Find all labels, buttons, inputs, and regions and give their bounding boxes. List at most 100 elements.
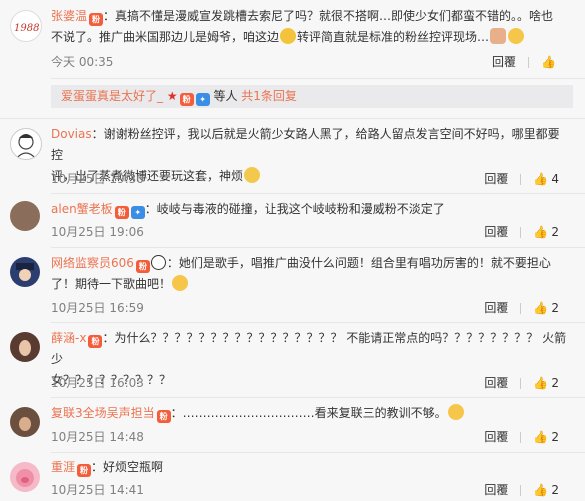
avatar[interactable] bbox=[10, 128, 42, 160]
comment-body: 复联3全场吴声担当粉：……………………………看来复联三的教训不够。 bbox=[51, 403, 571, 424]
comment-text: 不说了。推广曲米国那边儿是姆爷，咱这边 bbox=[51, 30, 280, 44]
username-link[interactable]: 张婆温 bbox=[51, 9, 87, 23]
svg-text:1988: 1988 bbox=[14, 23, 39, 34]
comment-body: 重涯粉：好烦空瓶啊 bbox=[51, 457, 571, 478]
reply-button[interactable]: 回覆 bbox=[492, 53, 516, 71]
member-badge-icon: 粉 bbox=[114, 206, 129, 219]
username-link[interactable]: 重涯 bbox=[51, 460, 75, 474]
comment-actions: 回覆 👍 2 bbox=[484, 374, 559, 392]
like-button[interactable]: 👍 2 bbox=[533, 374, 559, 392]
view-replies-link[interactable]: 共1条回复 bbox=[241, 89, 297, 103]
avatar[interactable] bbox=[10, 462, 40, 492]
timestamp: 10月25日 19:06 bbox=[51, 225, 144, 239]
like-count: 2 bbox=[551, 225, 559, 239]
separator bbox=[520, 226, 522, 238]
comment-text: ：好烦空瓶啊 bbox=[91, 460, 164, 474]
comment-text: ：为什么？？？？？？？？？？？？？？？？ 不能请正常点的吗？？？？？？？？ 火箭… bbox=[51, 331, 567, 366]
comment-text: ：……………………………看来复联三的教训不够。 bbox=[170, 406, 447, 420]
divider bbox=[51, 247, 585, 248]
divider bbox=[51, 452, 585, 453]
divider bbox=[51, 193, 585, 194]
like-button[interactable]: 👍 2 bbox=[533, 428, 559, 446]
reply-button[interactable]: 回覆 bbox=[484, 481, 508, 499]
comment-actions: 回覆 👍 bbox=[492, 53, 559, 71]
like-button[interactable]: 👍 2 bbox=[533, 223, 559, 241]
timestamp: 今天 00:35 bbox=[51, 55, 114, 69]
like-button[interactable]: 👍 2 bbox=[533, 299, 559, 317]
comment-text: ：她们是歌手，唱推广曲没什么问题！组合里有唱功厉害的！就不要担心 bbox=[166, 256, 551, 270]
avatar[interactable] bbox=[10, 201, 40, 231]
avatar[interactable] bbox=[10, 257, 40, 287]
username-link[interactable]: alen蟹老板 bbox=[51, 202, 113, 216]
separator bbox=[520, 431, 522, 443]
comment-meta: 10月25日 14:41 回覆 👍 2 bbox=[51, 481, 571, 499]
avatar[interactable] bbox=[10, 332, 40, 362]
comment-actions: 回覆 👍 2 bbox=[484, 299, 559, 317]
comment-actions: 回覆 👍 4 bbox=[484, 170, 559, 188]
username-link[interactable]: 复联3全场吴声担当 bbox=[51, 406, 155, 420]
heart-icon: ★ bbox=[166, 89, 178, 103]
comment-body: 张婆温粉：真搞不懂是漫威宣发跳槽去索尼了吗？就很不搭啊…即使少女们都蛮不错的。。… bbox=[51, 6, 571, 48]
divider bbox=[51, 322, 585, 323]
comment-meta: 10月25日 14:48 回覆 👍 2 bbox=[51, 428, 571, 446]
like-count: 2 bbox=[551, 376, 559, 390]
comment-text: ：真搞不懂是漫威宣发跳槽去索尼了吗？就很不搭啊…即使少女们都蛮不错的。。啥也 bbox=[103, 9, 554, 23]
thumbs-up-icon: 👍 bbox=[533, 430, 549, 444]
separator bbox=[520, 484, 522, 496]
member-badge-icon: 粉 bbox=[89, 13, 104, 26]
comment-meta: 10月25日 19:30 回覆 👍 4 bbox=[51, 170, 571, 188]
like-count: 2 bbox=[551, 301, 559, 315]
divider bbox=[51, 78, 585, 79]
thumbs-up-icon: 👍 bbox=[533, 225, 549, 239]
thumbs-up-icon: 👍 bbox=[533, 376, 549, 390]
timestamp: 10月25日 16:59 bbox=[51, 301, 144, 315]
member-badge-icon: 粉 bbox=[135, 260, 150, 273]
username-link[interactable]: Dovias bbox=[51, 127, 92, 141]
separator bbox=[528, 56, 530, 68]
fist-emoji-icon bbox=[490, 28, 507, 44]
username-link[interactable]: 网络监察员606 bbox=[51, 256, 134, 270]
member-badge-icon: 粉 bbox=[88, 335, 103, 348]
timestamp: 10月25日 14:48 bbox=[51, 430, 144, 444]
comment-text: 了！期待一下歌曲吧！ bbox=[51, 277, 172, 291]
reply-suffix: 等人 bbox=[213, 89, 238, 103]
thumbs-up-icon: 👍 bbox=[533, 301, 549, 315]
timestamp: 10月25日 19:30 bbox=[51, 172, 144, 186]
comment-actions: 回覆 👍 2 bbox=[484, 223, 559, 241]
comment-meta: 10月25日 19:06 回覆 👍 2 bbox=[51, 223, 571, 241]
comment-meta: 10月25日 16:03 回覆 👍 2 bbox=[51, 374, 571, 392]
comment-text: 转评简直就是标准的粉丝控评现场… bbox=[297, 30, 490, 44]
reply-button[interactable]: 回覆 bbox=[484, 428, 508, 446]
separator bbox=[520, 173, 522, 185]
separator bbox=[520, 302, 522, 314]
like-count: 2 bbox=[551, 483, 559, 497]
reply-username-link[interactable]: 爱蛋蛋真是太好了_ bbox=[61, 89, 163, 103]
thumbs-up-icon: 👍 bbox=[541, 55, 556, 69]
divider bbox=[0, 118, 585, 119]
replies-summary[interactable]: 爱蛋蛋真是太好了_ ★ 粉 ✦ 等人 共1条回复 bbox=[51, 85, 573, 108]
comment-body: 网络监察员606 粉 ：她们是歌手，唱推广曲没什么问题！组合里有唱功厉害的！就不要担… bbox=[51, 253, 571, 295]
comment-meta: 10月25日 16:59 回覆 👍 2 bbox=[51, 299, 571, 317]
like-count: 4 bbox=[551, 172, 559, 186]
verified-badge-icon: ✦ bbox=[195, 93, 210, 106]
reply-button[interactable]: 回覆 bbox=[484, 223, 508, 241]
comment-actions: 回覆 👍 2 bbox=[484, 481, 559, 499]
comment-text: ：岐岐与毒液的碰撞，让我这个岐岐粉和漫威粉不淡定了 bbox=[144, 202, 445, 216]
username-link[interactable]: 薛涵-x bbox=[51, 331, 86, 345]
emoji-icon bbox=[280, 28, 297, 44]
emoji-icon bbox=[172, 275, 189, 291]
comment-text: ：谢谢粉丝控评，我以后就是火箭少女路人黑了，给路人留点发言空间不好吗，哪里都要控 bbox=[51, 127, 560, 162]
like-count: 2 bbox=[551, 430, 559, 444]
like-button[interactable]: 👍 2 bbox=[533, 481, 559, 499]
thinking-emoji-icon bbox=[508, 28, 525, 44]
reply-button[interactable]: 回覆 bbox=[484, 299, 508, 317]
timestamp: 10月25日 16:03 bbox=[51, 376, 144, 390]
reply-button[interactable]: 回覆 bbox=[484, 170, 508, 188]
like-button[interactable]: 👍 bbox=[541, 53, 559, 71]
reply-button[interactable]: 回覆 bbox=[484, 374, 508, 392]
avatar[interactable]: 1988 bbox=[10, 10, 42, 42]
separator bbox=[520, 377, 522, 389]
avatar[interactable] bbox=[10, 407, 40, 437]
like-button[interactable]: 👍 4 bbox=[533, 170, 559, 188]
panda-icon bbox=[150, 255, 166, 270]
